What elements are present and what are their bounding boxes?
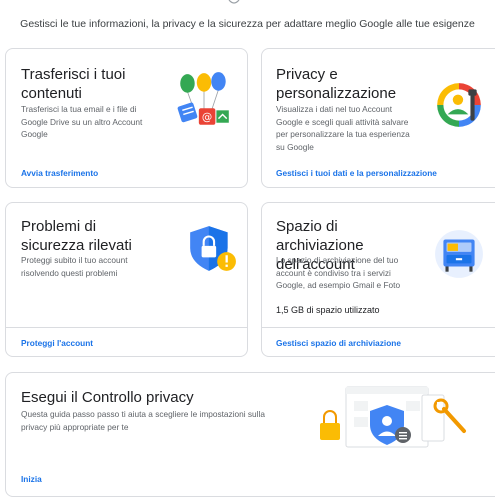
privacy-illustration-icon [437,83,481,127]
card-description: Visualizza i dati nel tuo Account Google… [276,104,410,152]
card-description: Lo spazio di archiviazione del tuo accou… [276,255,401,290]
card-title: Esegui il Controllo privacy [21,389,194,406]
card-description: Proteggi subito il tuo account risolvend… [21,255,128,278]
card-description: Questa guida passo passo ti aiuta a sceg… [21,409,265,432]
storage-cabinet-icon [435,230,483,278]
svg-text:@: @ [202,112,212,124]
account-storage-card[interactable]: Spazio di archiviazione dell'account Lo … [261,202,495,357]
card-divider [6,327,247,328]
start-transfer-link[interactable]: Avvia trasferimento [21,168,98,178]
privacy-checkup-illustration-icon [320,386,466,448]
transfer-illustration-icon: @ [177,72,229,125]
page-subtitle: Gestisci le tue informazioni, la privacy… [20,18,475,30]
privacy-checkup-card[interactable]: Esegui il Controllo privacy Questa guida… [5,372,495,497]
security-shield-warning-icon [190,226,236,271]
security-issues-card[interactable]: Problemi di sicurezza rilevati Proteggi … [5,202,248,357]
header-cutoff-glyph [228,0,240,4]
manage-storage-link[interactable]: Gestisci spazio di archiviazione [276,338,401,348]
card-title: Problemi di sicurezza rilevati [21,218,132,254]
protect-account-link[interactable]: Proteggi l'account [21,338,93,348]
transfer-content-card[interactable]: Trasferisci i tuoi contenuti Trasferisci… [5,48,248,188]
privacy-personalization-card[interactable]: Privacy e personalizzazione Visualizza i… [261,48,495,188]
card-title: Privacy e personalizzazione [276,66,397,102]
manage-data-link[interactable]: Gestisci i tuoi dati e la personalizzazi… [276,168,437,178]
card-description: Trasferisci la tua email e i file di Goo… [21,104,143,139]
card-title: Trasferisci i tuoi contenuti [21,66,126,102]
start-checkup-link[interactable]: Inizia [21,474,42,484]
card-divider [262,327,495,328]
storage-usage-text: 1,5 GB di spazio utilizzato [276,305,380,315]
